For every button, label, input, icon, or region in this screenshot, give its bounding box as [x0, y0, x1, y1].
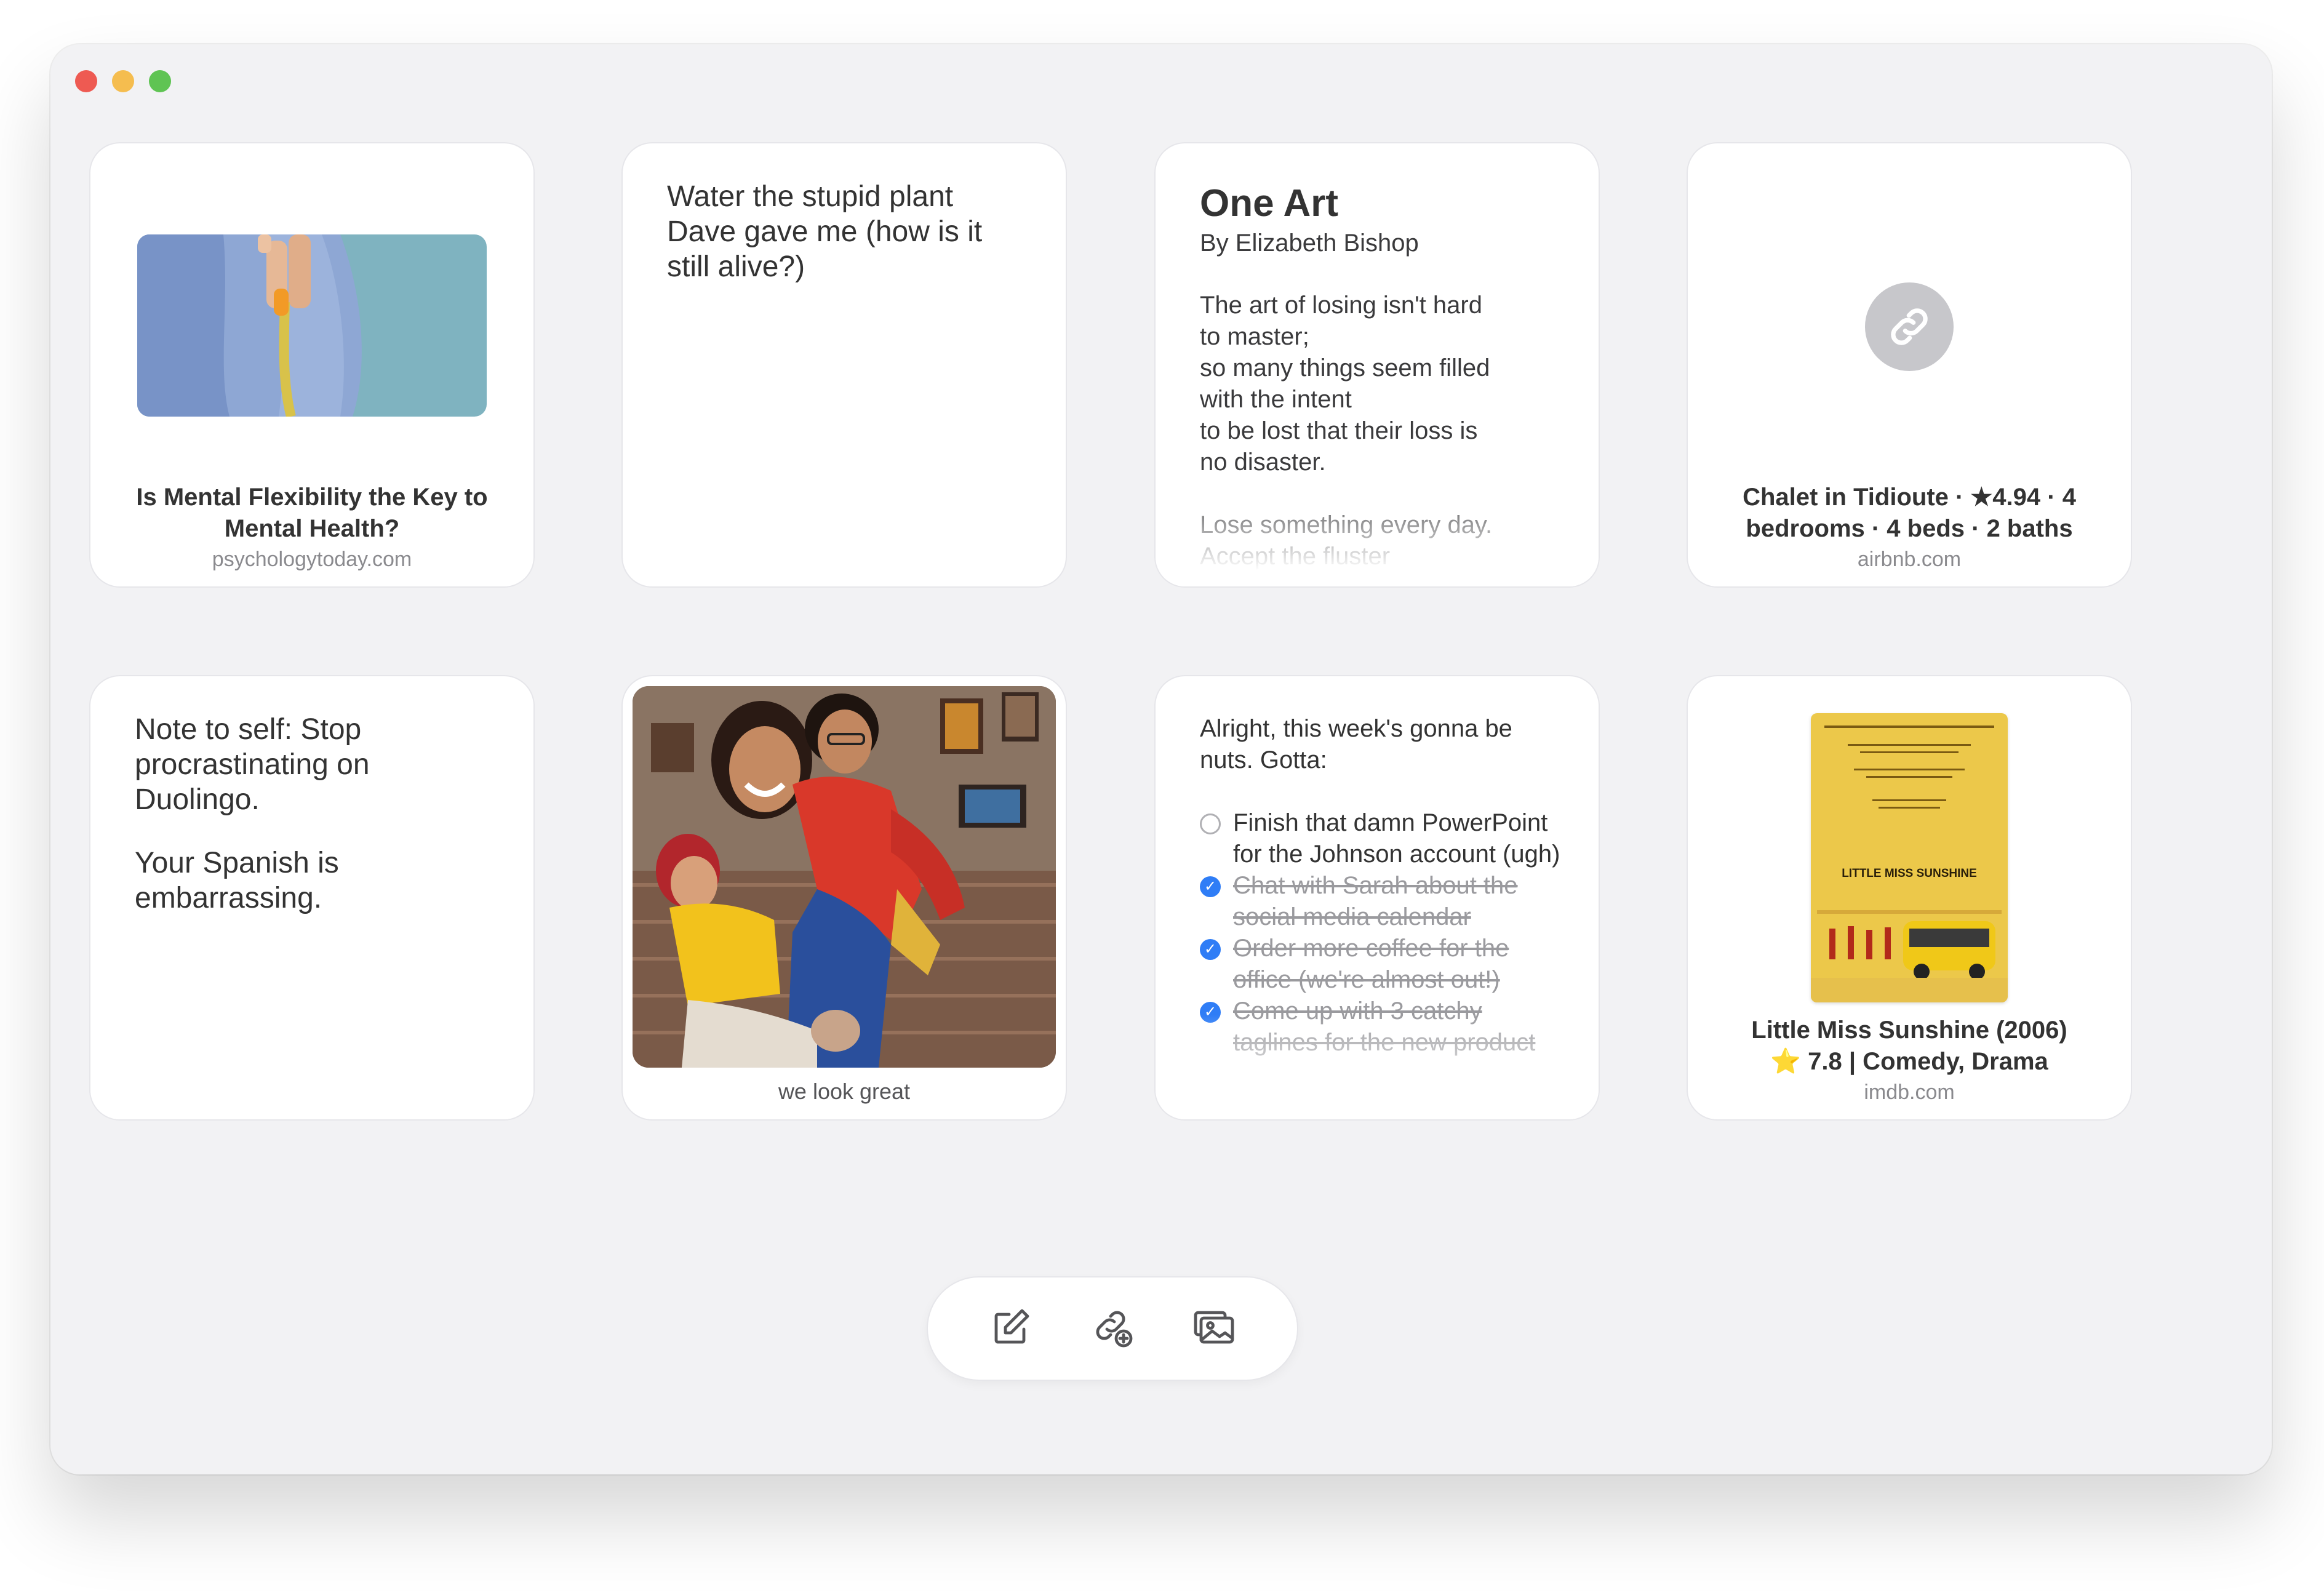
compose-note-button[interactable]: [983, 1301, 1039, 1356]
todo-item-text: Order more coffee for the office (we're …: [1233, 935, 1509, 993]
airbnb-domain: airbnb.com: [1857, 548, 1962, 571]
note-paragraph: Your Spanish is embarrassing.: [135, 847, 339, 914]
poster-title: LITTLE MISS SUNSHINE: [1842, 867, 1977, 880]
movie-rating: ⭐️ 7.8 | Comedy, Drama: [1770, 1048, 2048, 1075]
photo-card[interactable]: we look great: [623, 676, 1066, 1119]
article-link-card[interactable]: Is Mental Flexibility the Key to Mental …: [90, 143, 533, 586]
close-window-button[interactable]: [75, 70, 97, 92]
poem-line: Lose something every day.: [1200, 511, 1493, 538]
poem-line: so many things seem filled: [1200, 354, 1490, 382]
note-text: Water the stupid plant Dave gave me (how…: [667, 180, 983, 283]
todo-note-card[interactable]: Alright, this week's gonna be nuts. Gott…: [1156, 676, 1599, 1119]
poem-body: The art of losing isn't hard to master; …: [1200, 290, 1568, 572]
todo-item: ✓ Order more coffee for the office (we'r…: [1200, 933, 1568, 996]
minimize-window-button[interactable]: [112, 70, 134, 92]
poem-line: to master;: [1200, 323, 1309, 350]
poem-title: One Art: [1200, 182, 1339, 225]
poem-line: with the intent: [1200, 386, 1352, 413]
movie-link-card[interactable]: LITTLE MISS SUNSHINE Little Miss Sunshin…: [1688, 676, 2131, 1119]
todo-item-text: Come up with 3 catchy taglines for the n…: [1233, 997, 1536, 1056]
article-title: Is Mental Flexibility the Key to Mental …: [136, 484, 488, 542]
link-icon: [1865, 282, 1954, 371]
plant-note-card[interactable]: Water the stupid plant Dave gave me (how…: [623, 143, 1066, 586]
poem-stanza-gap: [1200, 478, 1568, 510]
movie-poster: LITTLE MISS SUNSHINE: [1811, 713, 2008, 1002]
add-link-button[interactable]: [1085, 1301, 1140, 1356]
checkmark-circle-icon[interactable]: ✓: [1200, 876, 1221, 897]
todo-item: ✓ Chat with Sarah about the social media…: [1200, 870, 1568, 933]
todo-item-text: Finish that damn PowerPoint for the John…: [1233, 809, 1560, 868]
add-photo-icon: [1192, 1305, 1236, 1353]
poem-line: no disaster.: [1200, 449, 1326, 476]
checkmark-circle-icon[interactable]: ✓: [1200, 939, 1221, 960]
todo-item-text: Chat with Sarah about the social media c…: [1233, 872, 1518, 930]
checkmark-circle-icon[interactable]: ✓: [1200, 1002, 1221, 1023]
poem-line: to be lost that their loss is: [1200, 417, 1478, 444]
movie-name: Little Miss Sunshine (2006): [1751, 1017, 2067, 1044]
todo-item: ✓ Come up with 3 catchy taglines for the…: [1200, 996, 1568, 1058]
poem-note-card[interactable]: One Art By Elizabeth Bishop The art of l…: [1156, 143, 1599, 586]
poem-line: Accept the fluster: [1200, 543, 1391, 570]
movie-domain: imdb.com: [1864, 1081, 1955, 1104]
unchecked-circle-icon[interactable]: [1200, 813, 1221, 834]
todo-intro: Alright, this week's gonna be nuts. Gott…: [1200, 715, 1512, 774]
bottom-toolbar: [928, 1277, 1297, 1380]
airbnb-link-card[interactable]: Chalet in Tidioute · ★4.94 · 4 bedrooms …: [1688, 143, 2131, 586]
poem-author: By Elizabeth Bishop: [1200, 230, 1419, 257]
article-thumbnail: [137, 234, 487, 417]
todo-item: Finish that damn PowerPoint for the John…: [1200, 807, 1568, 870]
note-text: Note to self: Stop procrastinating on Du…: [135, 712, 497, 944]
duolingo-note-card[interactable]: Note to self: Stop procrastinating on Du…: [90, 676, 533, 1119]
add-photo-button[interactable]: [1186, 1301, 1242, 1356]
zoom-window-button[interactable]: [149, 70, 171, 92]
note-paragraph: Note to self: Stop procrastinating on Du…: [135, 713, 370, 816]
add-link-icon: [1090, 1305, 1135, 1353]
poem-line: The art of losing isn't hard: [1200, 292, 1482, 319]
compose-note-icon: [989, 1305, 1033, 1353]
article-domain: psychologytoday.com: [212, 548, 412, 571]
movie-title: Little Miss Sunshine (2006) ⭐️ 7.8 | Com…: [1712, 1015, 2106, 1077]
airbnb-title: Chalet in Tidioute · ★4.94 · 4 bedrooms …: [1743, 484, 2076, 542]
photo-caption: we look great: [778, 1079, 911, 1104]
family-photo: [633, 686, 1056, 1068]
